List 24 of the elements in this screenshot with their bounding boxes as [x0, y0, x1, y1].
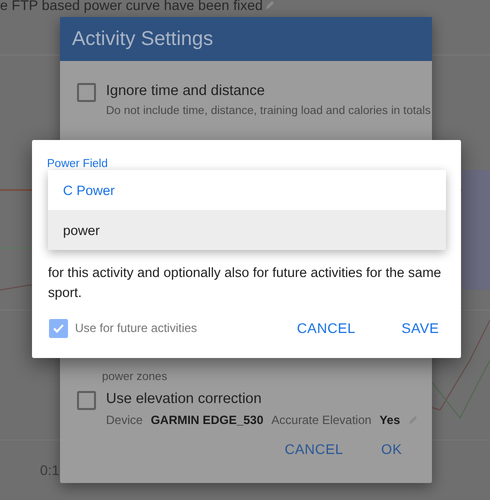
detail-value: GARMIN EDGE_530: [150, 413, 264, 427]
description-text: for this activity and optionally also for future activities for the same sport.: [48, 264, 442, 302]
option-label: Ignore time and distance: [106, 83, 266, 99]
field-label: Power Field: [47, 158, 108, 170]
detail-label: Accurate Elevation: [271, 413, 372, 427]
cancel-button[interactable]: CANCEL: [274, 435, 354, 463]
detail-label: Device: [106, 413, 143, 427]
note-text: e FTP based power curve have been fixed: [0, 0, 263, 13]
checkbox[interactable]: [77, 83, 96, 102]
option-description: power zones: [102, 371, 168, 383]
menu-item[interactable]: power: [48, 210, 446, 250]
ok-button[interactable]: OK: [371, 435, 412, 463]
check-icon: [53, 324, 64, 332]
menu-item[interactable]: C Power: [48, 170, 446, 210]
option-description: Do not include time, distance, training load and calories in totals: [106, 105, 431, 117]
dialog-title: Activity Settings: [72, 28, 214, 50]
pencil-icon[interactable]: [264, 0, 275, 10]
checkbox[interactable]: [77, 391, 96, 410]
detail-value: Yes: [379, 413, 400, 427]
checkbox-label: Use for future activities: [75, 321, 198, 335]
save-button[interactable]: SAVE: [391, 314, 449, 342]
checkbox[interactable]: [49, 318, 68, 338]
option-label: Use elevation correction: [106, 391, 263, 407]
cancel-button[interactable]: CANCEL: [286, 314, 366, 342]
